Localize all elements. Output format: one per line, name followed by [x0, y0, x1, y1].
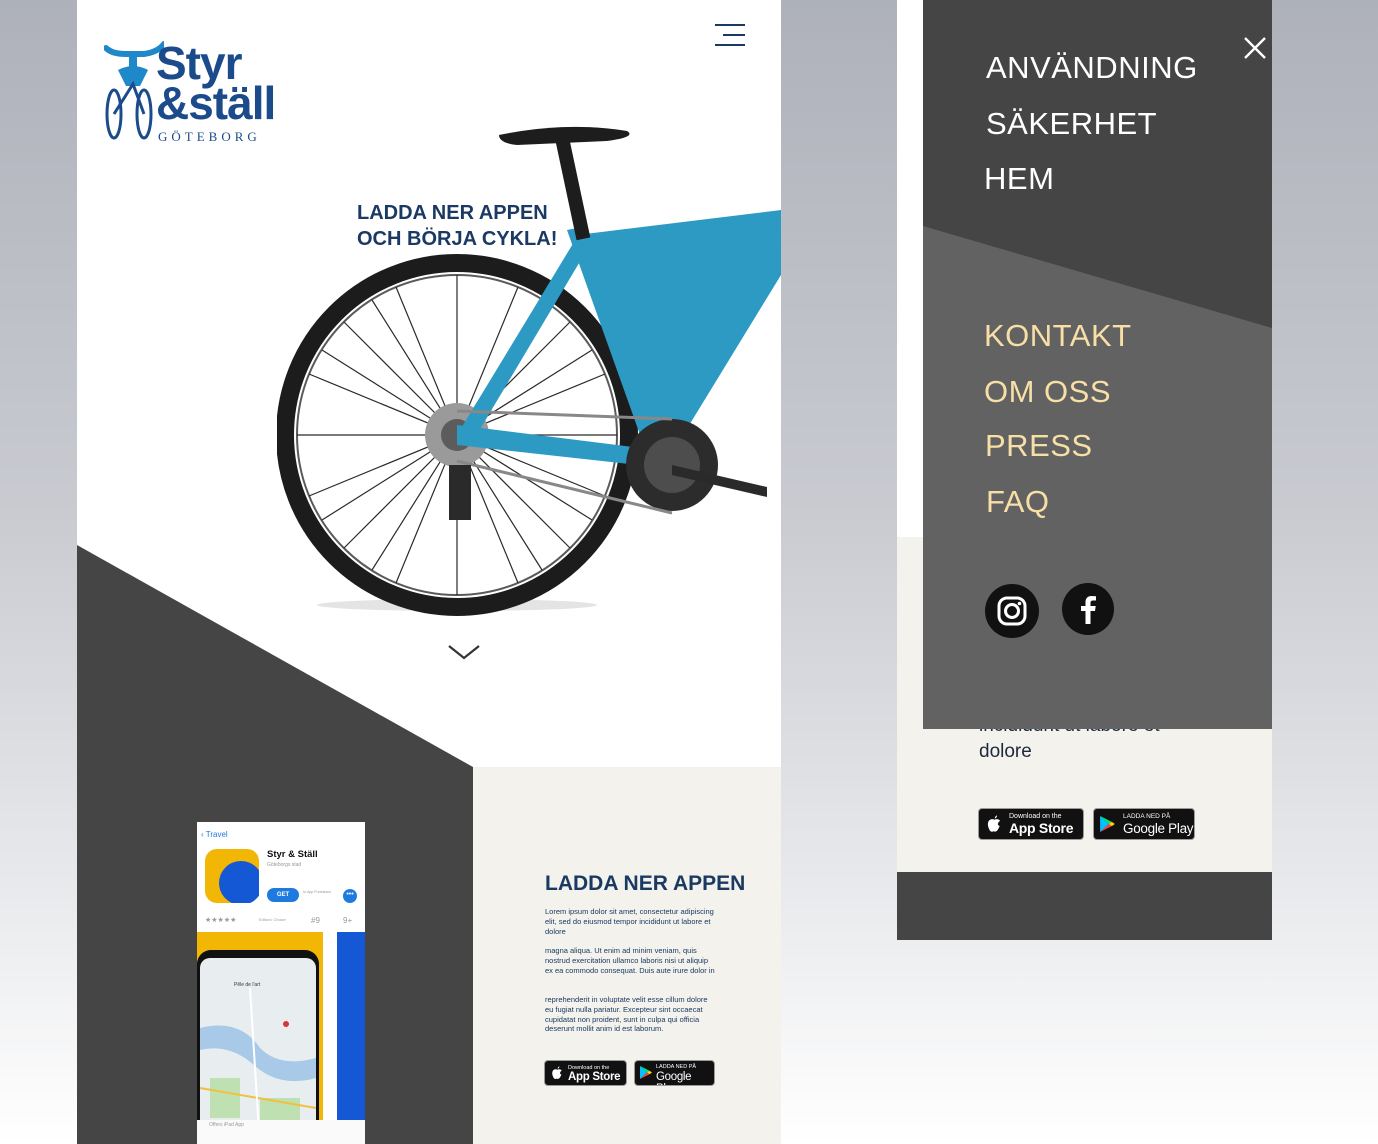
app-name: Styr & Ställ — [267, 849, 318, 860]
phone-mockup: Pêle de l'art — [197, 950, 319, 1144]
google-play-icon — [1100, 816, 1115, 832]
app-store-small-label: Download on the — [1009, 813, 1062, 820]
menu-item-sakerhet[interactable]: SÄKERHET — [986, 106, 1157, 142]
screenshot-blue — [337, 932, 365, 1144]
app-store-large-label: App Store — [1009, 820, 1074, 836]
app-section-heading: LADDA NER APPEN — [545, 872, 746, 895]
mobile-home-page: Styr &ställ GÖTEBORG LADDA NER APPEN OCH… — [77, 0, 781, 1144]
app-store-large-label: App Store — [568, 1071, 621, 1083]
mobile-menu-page: incididunt ut labore et dolore Download … — [897, 0, 1272, 940]
google-play-large-label: Google Play — [1123, 821, 1194, 836]
google-play-small-label: LADDA NED PÅ — [1123, 813, 1171, 820]
menu-item-kontakt[interactable]: KONTAKT — [984, 318, 1132, 354]
rank-label: #9 — [311, 916, 320, 925]
apple-icon — [987, 815, 1001, 832]
age-rating: 9+ — [343, 916, 353, 925]
tab-bar: Offers iPad App — [197, 1120, 365, 1144]
menu-item-press[interactable]: PRESS — [985, 428, 1093, 464]
menu-item-om-oss[interactable]: OM OSS — [984, 374, 1111, 410]
app-section-paragraph-2: magna aliqua. Ut enim ad minim veniam, q… — [545, 946, 715, 975]
hamburger-icon[interactable] — [715, 22, 745, 48]
logo-city: GÖTEBORG — [158, 129, 261, 144]
footer — [897, 872, 1272, 940]
app-section-paragraph-3: reprehenderit in voluptate velit esse ci… — [545, 995, 708, 1034]
google-play-button-right[interactable]: LADDA NED PÅ Google Play — [1093, 808, 1195, 840]
nav-menu-overlay: ANVÄNDNING SÄKERHET HEM KONTAKT OM OSS P… — [923, 0, 1272, 729]
app-store-phone-screenshot: ‹ Travel Styr & Ställ Göteborgs stad GET… — [197, 822, 365, 1144]
app-subtitle: Göteborgs stad — [267, 862, 302, 868]
menu-item-anvandning[interactable]: ANVÄNDNING — [986, 50, 1198, 86]
instagram-icon[interactable] — [985, 584, 1039, 638]
app-icon — [205, 849, 259, 903]
close-icon[interactable] — [1243, 36, 1267, 60]
rating-stars: ★★★★★ — [205, 917, 237, 924]
logo-bike-icon — [104, 41, 164, 140]
app-store-button[interactable]: Download on the App Store — [544, 1060, 627, 1086]
app-section-paragraph-1: Lorem ipsum dolor sit amet, consectetur … — [545, 907, 714, 936]
editors-choice: Editors' Choice — [259, 917, 286, 922]
ipad-label: Offers iPad App — [209, 1122, 244, 1128]
back-link: ‹ Travel — [201, 830, 228, 839]
facebook-icon[interactable] — [1062, 583, 1114, 635]
google-play-large-label: Google Play — [656, 1071, 692, 1085]
get-button[interactable]: GET — [267, 888, 299, 902]
app-store-button-right[interactable]: Download on the App Store — [978, 808, 1084, 840]
back-label: Travel — [205, 830, 228, 839]
google-play-button[interactable]: LADDA NED PÅ Google Play — [634, 1060, 715, 1086]
map-view: Pêle de l'art — [200, 958, 316, 1144]
apple-icon — [552, 1066, 562, 1079]
menu-item-faq[interactable]: FAQ — [986, 484, 1050, 520]
chevron-down-icon[interactable] — [447, 640, 481, 662]
logo-text-stall: &ställ — [156, 77, 276, 129]
more-button[interactable]: ••• — [343, 889, 357, 903]
google-play-small-label: LADDA NED PÅ — [656, 1064, 697, 1070]
logo[interactable]: Styr &ställ GÖTEBORG — [104, 40, 279, 150]
google-play-icon — [640, 1066, 652, 1079]
menu-item-hem[interactable]: HEM — [984, 161, 1054, 197]
iap-label: In-App Purchases — [303, 890, 331, 894]
bike-image — [277, 126, 781, 616]
